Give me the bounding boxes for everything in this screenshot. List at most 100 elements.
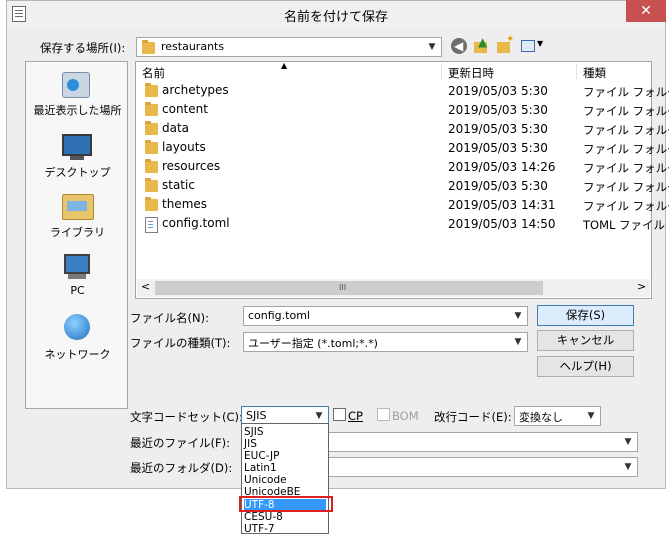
file-type: ファイル フォルダー — [583, 180, 669, 194]
folder-icon — [142, 40, 155, 54]
filetype-select[interactable]: ユーザー指定 (*.toml;*.*) ▼ — [243, 332, 528, 352]
place-label: PC — [70, 284, 85, 297]
file-type: ファイル フォルダー — [583, 104, 669, 118]
location-combo[interactable]: restaurants ▼ — [136, 37, 442, 57]
file-date: 2019/05/03 5:30 — [448, 141, 548, 155]
file-date: 2019/05/03 5:30 — [448, 122, 548, 136]
file-date: 2019/05/03 5:30 — [448, 179, 548, 193]
file-type: ファイル フォルダー — [583, 199, 669, 213]
file-name: layouts — [162, 140, 206, 154]
dialog-title: 名前を付けて保存 — [283, 10, 388, 25]
column-divider[interactable] — [441, 64, 442, 80]
dropdown-option[interactable]: SJIS — [244, 426, 326, 438]
file-name: static — [162, 178, 195, 192]
highlight-box — [239, 496, 333, 512]
up-arrow-icon: ▲ — [478, 35, 488, 49]
folder-icon — [145, 102, 158, 116]
file-type: ファイル フォルダー — [583, 123, 669, 137]
libraries-icon — [62, 194, 94, 220]
recent-places-icon — [62, 72, 90, 98]
file-type: ファイル フォルダー — [583, 85, 669, 99]
file-list[interactable]: 名前 ▲ 更新日時 種類 archetypes 2019/05/03 5:30 … — [135, 61, 669, 299]
chevron-down-icon: ▼ — [514, 337, 522, 347]
place-label: 最近表示した場所 — [33, 104, 122, 117]
file-name: config.toml — [162, 216, 230, 230]
file-date: 2019/05/03 14:26 — [448, 160, 556, 174]
chevron-down-icon: ▼ — [514, 311, 522, 321]
chevron-down-icon: ▼ — [624, 437, 632, 447]
folder-icon — [145, 178, 158, 192]
horizontal-scrollbar[interactable]: < III > — [137, 279, 650, 297]
file-date: 2019/05/03 14:50 — [448, 217, 556, 231]
scroll-grip-icon: III — [339, 283, 347, 292]
file-name: data — [162, 121, 190, 135]
view-menu-button[interactable]: ▼ — [521, 38, 547, 54]
chevron-down-icon: ▼ — [428, 42, 436, 52]
location-value: restaurants — [161, 40, 225, 53]
newline-select[interactable]: 変換なし ▼ — [514, 406, 601, 426]
dropdown-option[interactable]: Unicode — [244, 474, 326, 486]
file-type: ファイル フォルダー — [583, 142, 669, 156]
close-button[interactable]: ✕ — [626, 0, 666, 22]
place-label: デスクトップ — [44, 166, 111, 179]
file-name: content — [162, 102, 208, 116]
folder-icon — [145, 197, 158, 211]
chevron-down-icon: ▼ — [587, 411, 595, 421]
location-label: 保存する場所(I): — [40, 41, 126, 55]
newline-label: 改行コード(E): — [434, 410, 512, 424]
view-icon — [521, 40, 535, 52]
column-header-name[interactable]: 名前 — [142, 65, 165, 81]
file-date: 2019/05/03 5:30 — [448, 103, 548, 117]
place-label: ライブラリ — [50, 226, 105, 239]
list-item[interactable]: config.toml 2019/05/03 14:50 TOML ファイル — [136, 215, 665, 234]
dropdown-option[interactable]: Latin1 — [244, 462, 326, 474]
help-button[interactable]: ヘルプ(H) — [537, 356, 634, 377]
recent-files-label: 最近のファイル(F): — [130, 436, 230, 450]
place-label: ネットワーク — [44, 348, 111, 361]
scroll-left-button[interactable]: < — [141, 280, 150, 293]
place-pc[interactable]: PC — [26, 252, 129, 300]
encoding-dropdown-list[interactable]: SJIS JIS EUC-JP Latin1 Unicode UnicodeBE… — [241, 423, 329, 535]
file-name: archetypes — [162, 83, 229, 97]
chevron-down-icon: ▼ — [315, 411, 323, 421]
newline-value: 変換なし — [519, 411, 563, 424]
bom-checkbox[interactable] — [377, 408, 390, 421]
dropdown-option[interactable]: CESU-8 — [244, 511, 326, 523]
dropdown-option[interactable]: EUC-JP — [244, 450, 326, 462]
column-divider[interactable] — [576, 64, 577, 80]
save-as-dialog: 名前を付けて保存 ✕ 保存する場所(I): restaurants ▼ ◀ ▲ … — [6, 0, 669, 489]
up-folder-button[interactable]: ▲ — [474, 35, 490, 54]
column-header-date[interactable]: 更新日時 — [448, 65, 494, 81]
list-item[interactable]: layouts 2019/05/03 5:30 ファイル フォルダー — [136, 139, 669, 158]
bom-label: BOM — [392, 409, 419, 423]
cp-checkbox[interactable] — [333, 408, 346, 421]
list-item[interactable]: content 2019/05/03 5:30 ファイル フォルダー — [136, 101, 669, 120]
list-item[interactable]: themes 2019/05/03 14:31 ファイル フォルダー — [136, 196, 669, 215]
new-folder-button[interactable]: ✦ — [497, 34, 514, 54]
place-network[interactable]: ネットワーク — [26, 312, 129, 362]
list-item[interactable]: resources 2019/05/03 14:26 ファイル フォルダー — [136, 158, 669, 177]
place-desktop[interactable]: デスクトップ — [26, 132, 129, 180]
folder-icon — [145, 83, 158, 97]
filetype-label: ファイルの種類(T): — [130, 336, 231, 350]
column-header-type[interactable]: 種類 — [583, 65, 606, 81]
network-icon — [64, 314, 90, 340]
scroll-thumb[interactable]: III — [155, 281, 543, 295]
scroll-right-button[interactable]: > — [637, 280, 646, 293]
dropdown-option[interactable]: JIS — [244, 438, 326, 450]
list-item[interactable]: static 2019/05/03 5:30 ファイル フォルダー — [136, 177, 669, 196]
save-button[interactable]: 保存(S) — [537, 305, 634, 326]
title-bar[interactable]: 名前を付けて保存 ✕ — [7, 0, 666, 28]
place-libraries[interactable]: ライブラリ — [26, 192, 129, 240]
back-button[interactable]: ◀ — [451, 38, 467, 54]
chevron-down-icon: ▼ — [624, 462, 632, 472]
sparkle-icon: ✦ — [506, 34, 515, 45]
place-recent[interactable]: 最近表示した場所 — [26, 70, 129, 124]
cancel-button[interactable]: キャンセル — [537, 330, 634, 351]
computer-icon — [64, 254, 90, 274]
filename-input[interactable]: config.toml ▼ — [243, 306, 528, 326]
list-item[interactable]: data 2019/05/03 5:30 ファイル フォルダー — [136, 120, 669, 139]
dropdown-option[interactable]: UTF-7 — [244, 523, 326, 535]
list-item[interactable]: archetypes 2019/05/03 5:30 ファイル フォルダー — [136, 82, 669, 101]
file-type: ファイル フォルダー — [583, 161, 669, 175]
